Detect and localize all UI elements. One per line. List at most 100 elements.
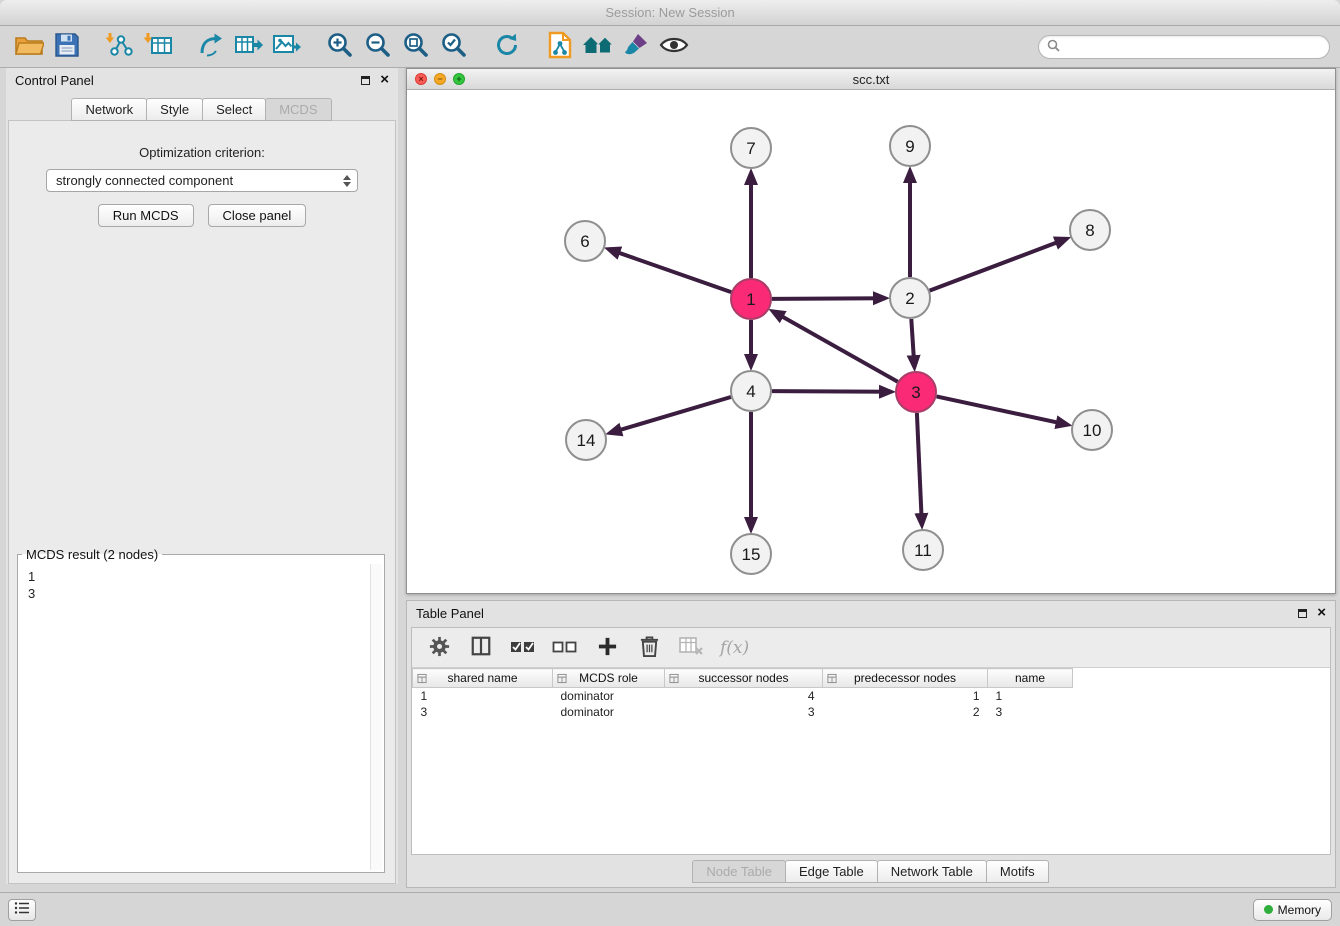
column-header-predecessor-nodes[interactable]: predecessor nodes <box>823 669 988 688</box>
column-header-name[interactable]: name <box>988 669 1073 688</box>
table-panel-title: Table Panel <box>416 606 484 621</box>
svg-text:14: 14 <box>577 431 596 450</box>
function-builder-button[interactable]: f(x) <box>720 635 749 661</box>
graph-edge[interactable] <box>917 413 922 525</box>
close-panel-icon[interactable]: × <box>380 74 389 86</box>
graph-node[interactable]: 9 <box>890 126 930 166</box>
table-cell: dominator <box>553 688 665 704</box>
zoom-in-button[interactable] <box>321 30 359 64</box>
column-header-shared-name[interactable]: shared name <box>413 669 553 688</box>
graph-node[interactable]: 3 <box>896 372 936 412</box>
show-graphics-button[interactable] <box>655 30 693 64</box>
list-icon <box>14 901 30 918</box>
open-folder-icon <box>14 33 44 60</box>
graph-edge[interactable] <box>930 239 1067 291</box>
tab-network-table[interactable]: Network Table <box>877 860 987 883</box>
tab-edge-table[interactable]: Edge Table <box>785 860 878 883</box>
tab-motifs[interactable]: Motifs <box>986 860 1049 883</box>
apply-style-button[interactable] <box>617 30 655 64</box>
node-table-body: 1dominator4113dominator323 <box>413 688 1331 720</box>
search-box[interactable] <box>1038 35 1330 59</box>
graph-node[interactable]: 2 <box>890 278 930 318</box>
graph-node[interactable]: 1 <box>731 279 771 319</box>
result-scrollbar[interactable] <box>370 564 382 870</box>
window-close-icon[interactable]: × <box>415 73 427 85</box>
delete-table-icon <box>678 635 704 660</box>
refresh-view-button[interactable] <box>488 30 526 64</box>
graph-node[interactable]: 15 <box>731 534 771 574</box>
select-stepper-icon <box>343 175 351 187</box>
column-type-icon <box>827 673 837 687</box>
graph-node[interactable]: 8 <box>1070 210 1110 250</box>
graph-node[interactable]: 14 <box>566 420 606 460</box>
table-row[interactable]: 1dominator411 <box>413 688 1331 704</box>
float-table-panel-icon[interactable] <box>1298 609 1307 618</box>
export-image-icon <box>272 32 302 61</box>
zoom-selected-button[interactable] <box>435 30 473 64</box>
memory-button[interactable]: Memory <box>1253 899 1332 921</box>
show-columns-button[interactable] <box>468 635 494 661</box>
column-type-icon <box>417 673 427 687</box>
network-from-selection-button[interactable] <box>192 30 230 64</box>
optimization-criterion-label: Optimization criterion: <box>9 145 395 160</box>
open-network-file-button[interactable] <box>541 30 579 64</box>
close-panel-button[interactable]: Close panel <box>208 204 307 227</box>
tab-node-table[interactable]: Node Table <box>692 860 786 883</box>
graph-node[interactable]: 11 <box>903 530 943 570</box>
criterion-select[interactable]: strongly connected component <box>46 169 358 192</box>
deselect-all-button[interactable] <box>552 635 578 661</box>
table-cell: 1 <box>413 688 553 704</box>
delete-column-button[interactable] <box>678 635 704 661</box>
graph-node[interactable]: 6 <box>565 221 605 261</box>
graph-edge[interactable] <box>772 298 885 299</box>
graph-node[interactable]: 7 <box>731 128 771 168</box>
graph-edge[interactable] <box>937 396 1068 424</box>
graph-edge[interactable] <box>610 397 731 433</box>
select-all-button[interactable] <box>510 635 536 661</box>
table-row[interactable]: 3dominator323 <box>413 704 1331 720</box>
float-panel-icon[interactable] <box>361 76 370 85</box>
graph-edge[interactable] <box>609 249 732 292</box>
column-header-mcds-role[interactable]: MCDS role <box>553 669 665 688</box>
open-session-button[interactable] <box>10 30 48 64</box>
tab-select[interactable]: Select <box>202 98 266 121</box>
svg-text:10: 10 <box>1083 421 1102 440</box>
import-table-button[interactable] <box>139 30 177 64</box>
delete-row-button[interactable] <box>636 635 662 661</box>
zoom-fit-icon <box>402 31 430 62</box>
column-header-successor-nodes[interactable]: successor nodes <box>665 669 823 688</box>
add-column-button[interactable] <box>594 635 620 661</box>
zoom-out-button[interactable] <box>359 30 397 64</box>
table-settings-button[interactable] <box>426 635 452 661</box>
graph-edge[interactable] <box>773 311 898 381</box>
svg-text:1: 1 <box>746 290 755 309</box>
svg-text:8: 8 <box>1085 221 1094 240</box>
home-layout-button[interactable] <box>579 30 617 64</box>
close-table-panel-icon[interactable]: × <box>1317 607 1326 619</box>
curved-arrow-icon <box>197 32 225 61</box>
export-table-button[interactable] <box>230 30 268 64</box>
search-input[interactable] <box>1065 40 1321 54</box>
tab-network[interactable]: Network <box>71 98 147 121</box>
checked-boxes-icon <box>510 636 536 659</box>
export-image-button[interactable] <box>268 30 306 64</box>
run-mcds-button[interactable]: Run MCDS <box>98 204 194 227</box>
table-cell: 3 <box>413 704 553 720</box>
zoom-out-icon <box>364 31 392 62</box>
window-minimize-icon[interactable]: − <box>434 73 446 85</box>
network-window-title: scc.txt <box>407 72 1335 87</box>
tab-style[interactable]: Style <box>146 98 203 121</box>
table-panel: Table Panel × f(x) shared name MCDS role <box>406 600 1336 888</box>
graph-edge[interactable] <box>772 391 891 392</box>
save-session-button[interactable] <box>48 30 86 64</box>
tab-mcds[interactable]: MCDS <box>265 98 331 121</box>
window-zoom-icon[interactable]: + <box>453 73 465 85</box>
import-network-button[interactable] <box>101 30 139 64</box>
task-history-button[interactable] <box>8 899 36 921</box>
svg-text:2: 2 <box>905 289 914 308</box>
graph-node[interactable]: 10 <box>1072 410 1112 450</box>
graph-edge[interactable] <box>911 319 914 367</box>
network-graph[interactable]: 7 9 6 8 1 2 4 3 14 10 15 11 <box>407 90 1335 593</box>
zoom-fit-button[interactable] <box>397 30 435 64</box>
graph-node[interactable]: 4 <box>731 371 771 411</box>
